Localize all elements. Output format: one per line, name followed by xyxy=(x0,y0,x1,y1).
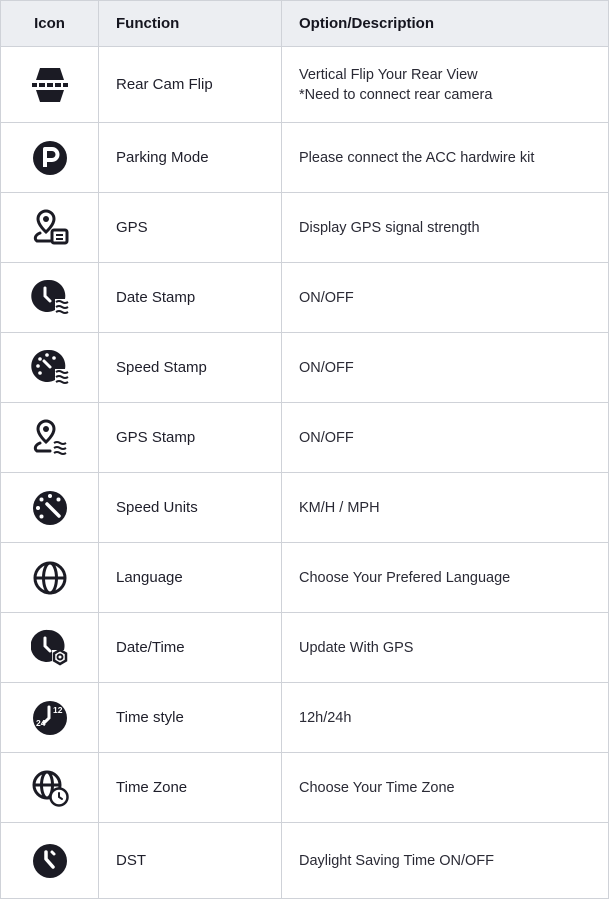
function-label: GPS xyxy=(98,192,282,263)
description-line: Please connect the ACC hardwire kit xyxy=(299,149,535,166)
clock-waves-icon xyxy=(30,279,69,314)
function-label: DST xyxy=(98,822,282,899)
header-icon: Icon xyxy=(0,0,99,47)
dst-clock-icon xyxy=(32,843,67,878)
description-line: ON/OFF xyxy=(299,359,354,376)
clock-gear-icon xyxy=(30,629,67,665)
parking-icon xyxy=(32,140,67,175)
description-line: Update With GPS xyxy=(299,639,414,656)
function-label: Time style xyxy=(98,682,282,753)
icon-text-24: 24 xyxy=(36,718,46,728)
table-row: Parking Mode Please connect the ACC hard… xyxy=(0,122,609,193)
table-row: Language Choose Your Prefered Language xyxy=(0,542,609,613)
description-line: KM/H / MPH xyxy=(299,499,380,516)
table-row: Rear Cam Flip Vertical Flip Your Rear Vi… xyxy=(0,46,609,123)
table-row: Date Stamp ON/OFF xyxy=(0,262,609,333)
function-label: Date Stamp xyxy=(98,262,282,333)
icon-text-12: 12 xyxy=(53,705,63,715)
speedometer-icon xyxy=(32,490,67,525)
description-line: Display GPS signal strength xyxy=(299,219,480,236)
table-row: GPS Display GPS signal strength xyxy=(0,192,609,263)
function-label: Time Zone xyxy=(98,752,282,823)
globe-icon xyxy=(33,561,66,594)
function-label: Speed Units xyxy=(98,472,282,543)
table-row: Speed Stamp ON/OFF xyxy=(0,332,609,403)
description-line: Daylight Saving Time ON/OFF xyxy=(299,852,494,869)
table-row: DST Daylight Saving Time ON/OFF xyxy=(0,822,609,899)
gps-pin-screen-icon xyxy=(33,208,68,244)
table-row: GPS Stamp ON/OFF xyxy=(0,402,609,473)
function-label: Rear Cam Flip xyxy=(98,46,282,123)
speedometer-waves-icon xyxy=(30,349,69,384)
gps-pin-waves-icon xyxy=(33,418,67,455)
function-label: Speed Stamp xyxy=(98,332,282,403)
function-label: Language xyxy=(98,542,282,613)
description-line: Choose Your Time Zone xyxy=(299,779,455,796)
clock-24-12-icon: 24 12 xyxy=(32,700,67,735)
table-header-row: Icon Function Option/Description xyxy=(0,0,609,47)
function-label: Date/Time xyxy=(98,612,282,683)
description-line: 12h/24h xyxy=(299,709,352,726)
description-line: ON/OFF xyxy=(299,429,354,446)
description-line: *Need to connect rear camera xyxy=(299,86,493,103)
description-line: Vertical Flip Your Rear View xyxy=(299,66,478,83)
function-label: GPS Stamp xyxy=(98,402,282,473)
header-function: Function xyxy=(98,0,282,47)
description-line: ON/OFF xyxy=(299,289,354,306)
table-row: 24 12 Time style 12h/24h xyxy=(0,682,609,753)
table-row: Date/Time Update With GPS xyxy=(0,612,609,683)
table-row: Speed Units KM/H / MPH xyxy=(0,472,609,543)
description-line: Choose Your Prefered Language xyxy=(299,569,511,586)
function-label: Parking Mode xyxy=(98,122,282,193)
header-description: Option/Description xyxy=(281,0,609,47)
settings-table: Icon Function Option/Description Rear Ca… xyxy=(0,0,609,899)
table-row: Time Zone Choose Your Time Zone xyxy=(0,752,609,823)
globe-clock-icon xyxy=(32,770,69,807)
rear-camera-flip-icon xyxy=(31,67,68,102)
